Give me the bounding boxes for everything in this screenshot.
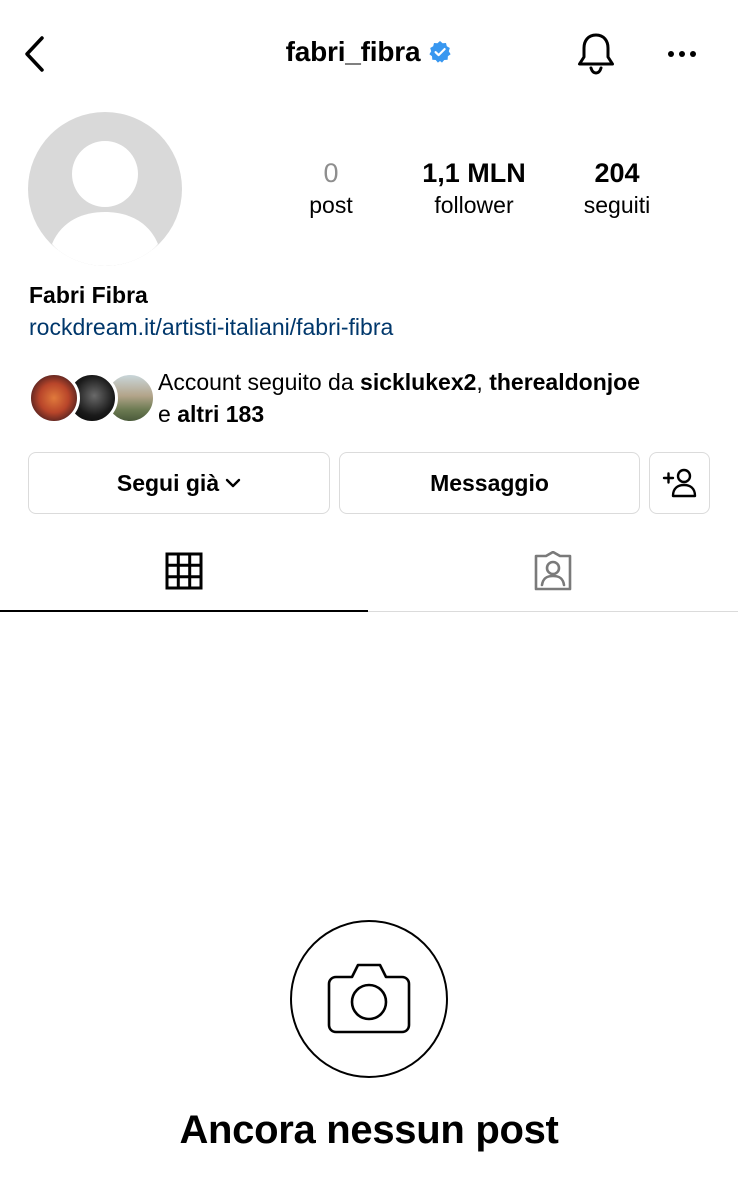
more-options-button[interactable] (660, 36, 704, 72)
suggested-users-button[interactable] (649, 452, 710, 514)
profile-website-link[interactable]: rockdream.it/artisti-italiani/fabri-fibr… (29, 314, 393, 341)
top-bar: fabri_fibra (0, 0, 738, 110)
empty-state-camera (290, 920, 448, 1078)
following-dropdown-button[interactable]: Segui già (28, 452, 330, 514)
chevron-down-icon (225, 478, 241, 488)
message-button[interactable]: Messaggio (339, 452, 640, 514)
message-button-label: Messaggio (430, 469, 549, 496)
posts-stat[interactable]: 0 post (251, 156, 411, 220)
profile-avatar[interactable] (28, 112, 182, 266)
following-button-label: Segui già (116, 469, 220, 496)
mutual-avatar (28, 372, 80, 424)
notifications-button[interactable] (574, 30, 618, 76)
tab-posts-grid[interactable] (0, 532, 368, 612)
camera-icon (327, 963, 411, 1034)
following-label: seguiti (583, 192, 651, 218)
following-stat[interactable]: 204 seguiti (537, 156, 697, 220)
mutual-prefix: Account seguito da (158, 369, 361, 395)
mutual-others: altri 183 (177, 401, 265, 427)
posts-count: 0 (323, 158, 339, 188)
followers-stat[interactable]: 1,1 MLN follower (394, 156, 554, 220)
profile-full-name: Fabri Fibra (29, 282, 148, 308)
mutual-followers-avatars[interactable] (28, 372, 156, 424)
bell-icon (578, 33, 614, 75)
mutual-connector: e (158, 401, 178, 427)
followers-label: follower (434, 192, 514, 218)
add-user-icon (662, 468, 696, 498)
grid-icon (165, 552, 203, 590)
more-horizontal-icon (668, 51, 696, 57)
posts-label: post (309, 192, 353, 218)
profile-username-header: fabri_fibra (286, 36, 453, 68)
username: fabri_fibra (285, 36, 421, 67)
mutual-separator: , (476, 369, 490, 395)
tab-tagged[interactable] (368, 532, 738, 612)
mutual-followers-text[interactable]: Account seguito da sicklukex2, therealdo… (158, 366, 728, 430)
following-count: 204 (594, 158, 640, 188)
followers-count: 1,1 MLN (422, 158, 526, 188)
empty-state-title: Ancora nessun post (179, 1108, 559, 1152)
mutual-user-2: therealdonjoe (489, 369, 640, 395)
chevron-left-icon (25, 36, 44, 72)
mutual-user-1: sicklukex2 (360, 369, 477, 395)
back-button[interactable] (20, 34, 50, 74)
default-avatar-icon (52, 141, 158, 266)
tagged-user-icon (534, 550, 572, 590)
verified-badge-icon (429, 41, 451, 63)
